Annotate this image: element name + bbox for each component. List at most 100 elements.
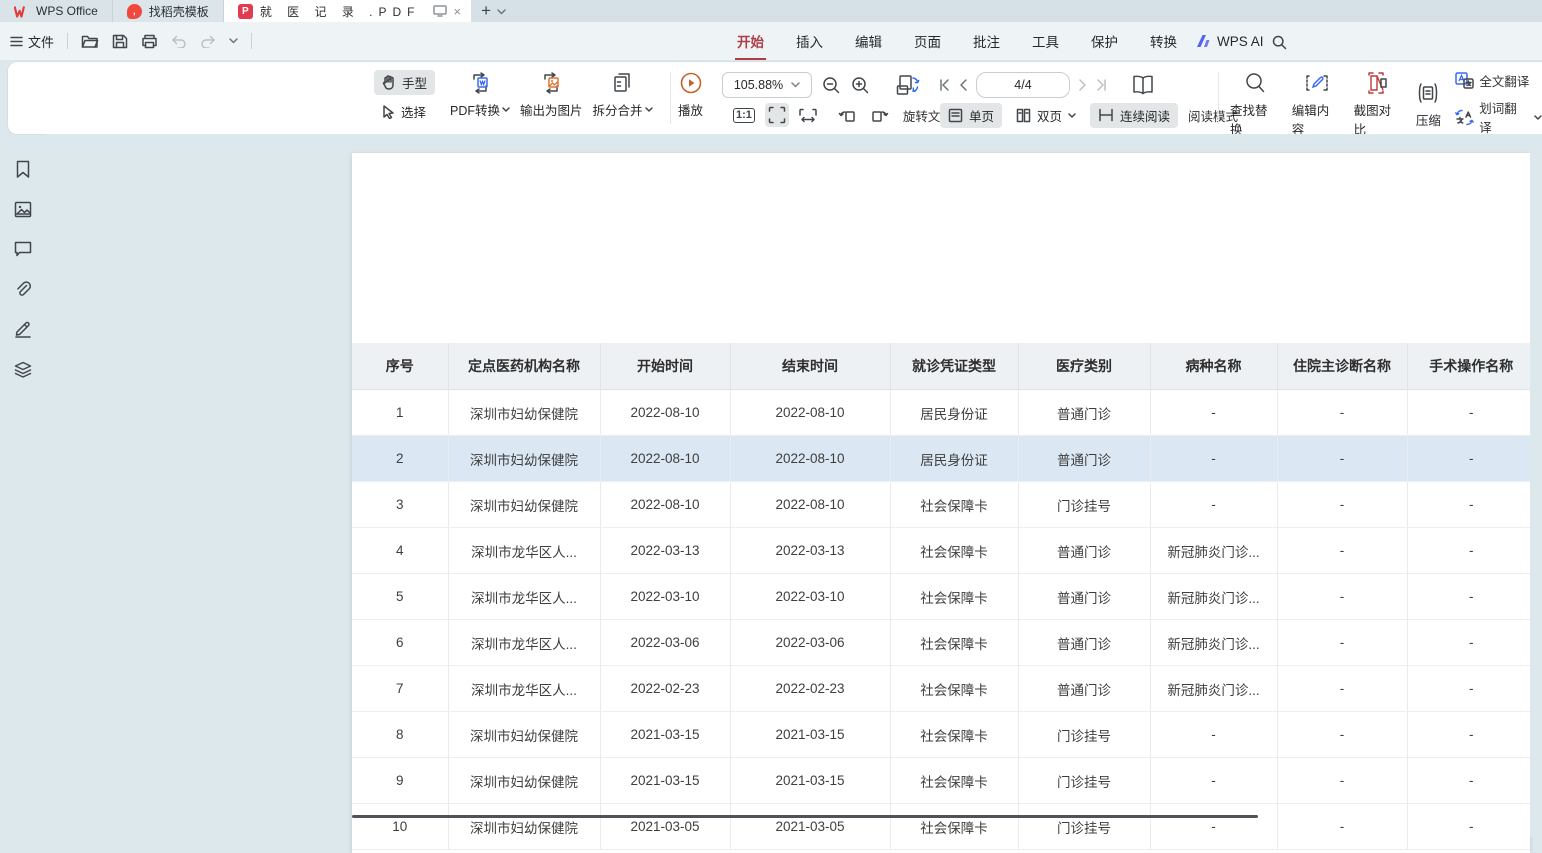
table-row: 5深圳市龙华区人...2022-03-102022-03-10社会保障卡普通门诊… <box>352 574 1530 620</box>
double-page-button[interactable]: 双页 <box>1008 103 1084 128</box>
chevron-down-icon <box>645 107 653 112</box>
single-page-button[interactable]: 单页 <box>940 103 1002 128</box>
tab-template[interactable]: ‚ 找稻壳模板 <box>113 0 224 22</box>
menu-item-6[interactable]: 保护 <box>1089 29 1120 53</box>
word-translate-button[interactable]: 划词翻译 <box>1455 98 1542 136</box>
comment-icon[interactable] <box>12 238 34 260</box>
zoom-level-dropdown[interactable]: 105.88% <box>722 72 812 98</box>
hand-tool-button[interactable]: 手型 <box>374 70 435 95</box>
rotate-right-button[interactable] <box>867 104 892 127</box>
tab-label: 找稻壳模板 <box>149 3 209 20</box>
menu-item-1[interactable]: 插入 <box>794 29 825 53</box>
actual-size-icon: 1:1 <box>733 108 755 123</box>
word-translate-label: 划词翻译 <box>1479 98 1529 136</box>
table-cell: - <box>1407 574 1530 620</box>
prev-page-icon[interactable] <box>959 79 967 91</box>
compress-label: 压缩 <box>1416 110 1441 129</box>
table-cell: 普通门诊 <box>1018 574 1150 620</box>
rotate-pages-icon[interactable] <box>896 74 922 96</box>
menu-item-7[interactable]: 转换 <box>1148 29 1179 53</box>
quick-access-chevron-icon[interactable] <box>229 38 238 44</box>
actual-size-button[interactable]: 1:1 <box>730 105 758 126</box>
tab-wps-office[interactable]: WPS Office <box>0 0 113 22</box>
menu-item-4[interactable]: 批注 <box>971 29 1002 53</box>
compress-button[interactable]: 压缩 <box>1415 71 1441 138</box>
table-cell: 普通门诊 <box>1018 528 1150 574</box>
first-page-icon[interactable] <box>938 79 950 91</box>
page-indicator-input[interactable]: 4/4 <box>976 72 1070 98</box>
table-cell: 居民身份证 <box>890 390 1018 436</box>
attachment-icon[interactable] <box>12 278 34 300</box>
table-row: 3深圳市妇幼保健院2022-08-102022-08-10社会保障卡门诊挂号--… <box>352 482 1530 528</box>
hand-icon <box>382 75 396 90</box>
table-cell: 居民身份证 <box>890 436 1018 482</box>
edit-content-icon <box>1305 71 1329 95</box>
edit-content-button[interactable]: 编辑内容 <box>1292 71 1342 138</box>
table-cell: 深圳市妇幼保健院 <box>448 436 600 482</box>
thumbnail-icon[interactable] <box>12 198 34 220</box>
tab-list-chevron-icon[interactable] <box>497 9 506 15</box>
menu-bar: 文件 开始 插入 编辑 页面 批注 工具 保护 转换 WPS AI <box>0 22 1542 60</box>
medical-table-body: 1深圳市妇幼保健院2022-08-102022-08-10居民身份证普通门诊--… <box>352 390 1530 850</box>
export-image-button[interactable]: 输出为图片 <box>520 71 583 119</box>
play-button[interactable]: 播放 <box>678 71 703 119</box>
open-folder-icon[interactable] <box>81 34 99 49</box>
last-page-icon[interactable] <box>1096 79 1108 91</box>
next-page-icon[interactable] <box>1079 79 1087 91</box>
layers-icon[interactable] <box>12 358 34 380</box>
menu-item-0[interactable]: 开始 <box>735 29 766 53</box>
continuous-read-button[interactable]: 连续阅读 <box>1090 103 1178 128</box>
table-cell: - <box>1277 574 1407 620</box>
monitor-icon[interactable] <box>433 5 447 17</box>
table-cell: 普通门诊 <box>1018 666 1150 712</box>
wps-ai-button[interactable]: WPS AI <box>1196 22 1264 60</box>
table-cell: 2021-03-05 <box>730 804 890 850</box>
table-cell: 新冠肺炎门诊... <box>1150 574 1277 620</box>
single-page-label: 单页 <box>969 106 994 125</box>
table-row: 8深圳市妇幼保健院2021-03-152021-03-15社会保障卡门诊挂号--… <box>352 712 1530 758</box>
find-replace-button[interactable]: 查找替换 <box>1230 71 1280 138</box>
print-icon[interactable] <box>141 34 158 49</box>
file-menu-button[interactable]: 文件 <box>10 32 54 51</box>
save-icon[interactable] <box>112 34 128 49</box>
menu-item-3[interactable]: 页面 <box>912 29 943 53</box>
close-tab-icon[interactable]: × <box>451 4 463 19</box>
table-row: 10深圳市妇幼保健院2021-03-052021-03-05社会保障卡门诊挂号-… <box>352 804 1530 850</box>
table-cell: 2022-08-10 <box>730 482 890 528</box>
table-cell: 2022-08-10 <box>730 390 890 436</box>
find-replace-icon <box>1244 71 1266 95</box>
screenshot-compare-button[interactable]: 截图对比 <box>1354 71 1404 138</box>
undo-icon[interactable] <box>171 35 187 48</box>
menu-search-icon[interactable] <box>1272 35 1287 50</box>
pdf-convert-button[interactable]: PDF转换 <box>450 71 510 119</box>
table-cell: - <box>1150 482 1277 528</box>
wps-logo-icon <box>14 5 29 18</box>
redo-icon[interactable] <box>200 35 216 48</box>
zoom-in-icon[interactable] <box>851 76 870 95</box>
menu-item-5[interactable]: 工具 <box>1030 29 1061 53</box>
split-merge-icon <box>612 71 634 95</box>
table-cell: 2022-08-10 <box>600 436 730 482</box>
bookmark-icon[interactable] <box>12 158 34 180</box>
full-translate-button[interactable]: 全文翻译 <box>1455 71 1542 90</box>
tab-document-active[interactable]: P 就 医 记 录 .PDF × <box>224 0 471 22</box>
menu-item-2[interactable]: 编辑 <box>853 29 884 53</box>
split-merge-button[interactable]: 拆分合并 <box>593 71 653 119</box>
table-cell: 2021-03-15 <box>600 758 730 804</box>
table-cell: 5 <box>352 574 448 620</box>
table-cell: 门诊挂号 <box>1018 712 1150 758</box>
zoom-out-icon[interactable] <box>822 76 841 95</box>
table-row: 1深圳市妇幼保健院2022-08-102022-08-10居民身份证普通门诊--… <box>352 390 1530 436</box>
divider <box>1218 72 1219 124</box>
table-cell: 2021-03-15 <box>730 758 890 804</box>
new-tab-icon[interactable]: + <box>481 1 491 21</box>
read-mode-icon[interactable] <box>1131 75 1155 95</box>
select-tool-button[interactable]: 选择 <box>374 99 435 124</box>
fit-page-button[interactable] <box>765 103 789 127</box>
fit-width-button[interactable] <box>796 104 820 126</box>
table-cell: 普通门诊 <box>1018 436 1150 482</box>
table-cell: 10 <box>352 804 448 850</box>
table-cell: - <box>1277 620 1407 666</box>
signature-icon[interactable] <box>12 318 34 340</box>
rotate-left-button[interactable] <box>835 104 860 127</box>
